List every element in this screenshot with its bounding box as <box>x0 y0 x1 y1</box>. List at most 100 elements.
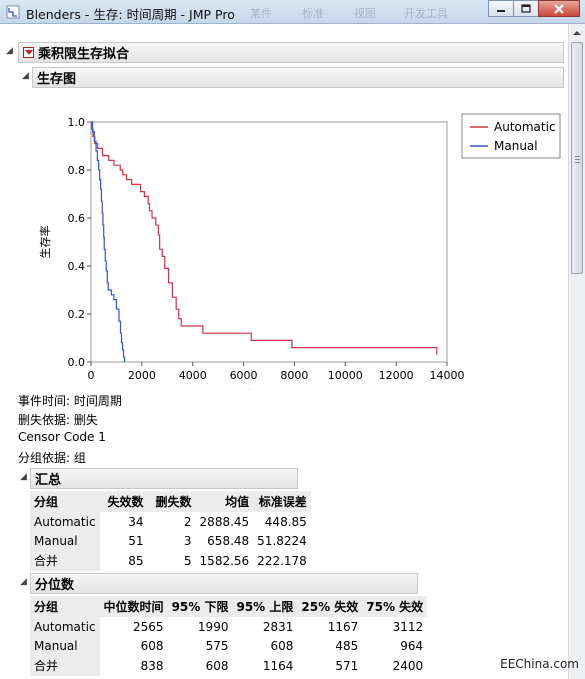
table-cell: 5 <box>183 553 192 568</box>
summary-table: 分组 失效数 删失数 均值 标准误差 Automatic 34 2 2888.4… <box>30 491 311 571</box>
table-cell: 1582.56 <box>199 553 250 568</box>
km-outline-header[interactable]: 乘积限生存拟合 <box>18 42 564 63</box>
event-time-info: 事件时间: 时间周期 <box>18 394 122 408</box>
minimize-button[interactable] <box>488 0 514 17</box>
x-tick-label: 14000 <box>430 369 465 382</box>
table-row: Automatic 2565 1990 2831 1167 3112 <box>30 617 427 636</box>
thumb-grip <box>575 162 580 163</box>
table-cell: 2565 <box>133 619 164 634</box>
ghost-menu-item: 视图 <box>354 7 376 20</box>
maximize-button[interactable] <box>513 0 539 17</box>
quantiles-title: 分位数 <box>35 578 75 593</box>
x-tick-label: 10000 <box>328 369 363 382</box>
table-row: 合并 838 608 1164 571 2400 <box>30 655 427 676</box>
table-cell: 485 <box>335 638 359 653</box>
window-title-bar: Blenders - 生存: 时间周期 - JMP Pro 某件 标准 视图 开… <box>0 0 585 24</box>
close-icon <box>554 3 564 14</box>
column-header: 分组 <box>30 491 100 512</box>
table-cell: 1164 <box>262 658 294 673</box>
table-row: Automatic 34 2 2888.45 448.85 <box>30 512 311 531</box>
group-cell: Manual <box>30 531 100 550</box>
y-tick-label: 0.2 <box>68 308 86 321</box>
km-outline-title: 乘积限生存拟合 <box>38 47 130 62</box>
y-tick-label: 0.4 <box>68 260 86 273</box>
ghost-menu-item: 标准 <box>302 7 324 20</box>
y-axis-label: 生存率 <box>38 226 52 259</box>
y-tick-label: 1.0 <box>68 116 86 129</box>
legend-label-manual: Manual <box>494 139 538 153</box>
x-tick-label: 6000 <box>230 369 258 382</box>
thumb-grip <box>575 159 580 160</box>
table-cell: 2831 <box>262 619 294 634</box>
table-cell: 658.48 <box>207 533 250 548</box>
group-cell: Automatic <box>30 617 100 636</box>
table-cell: 51.8224 <box>257 533 307 548</box>
jmp-app-icon <box>6 5 20 19</box>
table-cell: 964 <box>400 638 424 653</box>
table-cell: 51 <box>128 533 144 548</box>
scroll-up-button[interactable] <box>569 24 585 41</box>
survival-plot-header[interactable]: 生存图 <box>32 67 564 88</box>
table-header-row: 分组 中位数时间 95% 下限 95% 上限 25% 失效 75% 失效 <box>30 596 428 617</box>
table-cell: 1167 <box>327 619 359 634</box>
table-cell: 571 <box>335 658 359 673</box>
watermark: EEChina.com <box>500 657 579 671</box>
column-header: 95% 上限 <box>232 596 298 617</box>
maximize-icon <box>521 3 531 13</box>
x-tick-label: 2000 <box>128 369 156 382</box>
table-cell: 608 <box>270 638 294 653</box>
table-cell: 85 <box>128 553 144 568</box>
report-pane: ◢ 乘积限生存拟合 ◢ 生存图 0.0 0.2 0.4 0.6 0.8 1.0 0 2000 4… <box>0 24 568 679</box>
x-axis-label: 时间周期 <box>241 389 285 390</box>
table-row: Manual 51 3 658.48 51.8224 <box>30 531 311 550</box>
summary-title: 汇总 <box>35 473 62 488</box>
window-title: Blenders - 生存: 时间周期 - JMP Pro <box>26 7 235 22</box>
table-cell: 3112 <box>392 619 424 634</box>
column-header: 标准误差 <box>253 491 311 512</box>
group-cell: 合并 <box>30 655 100 676</box>
table-cell: 448.85 <box>264 514 307 529</box>
summary-header[interactable]: 汇总 <box>30 468 298 489</box>
close-button[interactable] <box>538 0 580 17</box>
censor-by-info: 删失依据: 删失 <box>18 413 98 427</box>
group-cell: Manual <box>30 636 100 655</box>
red-triangle-menu-icon[interactable] <box>23 47 34 58</box>
collapse-icon[interactable]: ◢ <box>22 71 29 81</box>
column-header: 均值 <box>195 491 254 512</box>
quantiles-header[interactable]: 分位数 <box>30 573 418 594</box>
column-header: 75% 失效 <box>362 596 428 617</box>
y-tick-label: 0.6 <box>68 212 86 225</box>
quantiles-table: 分组 中位数时间 95% 下限 95% 上限 25% 失效 75% 失效 Aut… <box>30 596 428 676</box>
collapse-icon[interactable]: ◢ <box>20 577 27 587</box>
x-tick-label: 12000 <box>379 369 414 382</box>
table-cell: 838 <box>140 658 164 673</box>
scroll-up-icon <box>573 30 581 35</box>
table-cell: 2 <box>183 514 192 529</box>
ghost-menu-item: 某件 <box>250 7 272 20</box>
censor-code-info: Censor Code 1 <box>18 430 106 444</box>
x-tick-label: 0 <box>88 369 95 382</box>
table-row: Manual 608 575 608 485 964 <box>30 636 427 655</box>
minimize-icon <box>497 9 505 12</box>
y-tick-label: 0.8 <box>68 164 86 177</box>
column-header: 25% 失效 <box>297 596 363 617</box>
collapse-icon[interactable]: ◢ <box>20 472 27 482</box>
ghost-menu-item: 开发工具 <box>404 7 448 20</box>
y-tick-label: 0.0 <box>68 356 86 369</box>
table-row: 合并 85 5 1582.56 222.178 <box>30 550 311 571</box>
group-cell: Automatic <box>30 512 100 531</box>
plot-frame <box>90 121 448 363</box>
table-cell: 575 <box>205 638 229 653</box>
survival-plot[interactable]: 0.0 0.2 0.4 0.6 0.8 1.0 0 2000 4000 6000 8000 10000… <box>0 90 568 390</box>
table-cell: 608 <box>205 658 229 673</box>
column-header: 失效数 <box>99 491 148 512</box>
collapse-icon[interactable]: ◢ <box>6 46 13 56</box>
group-cell: 合并 <box>30 550 100 571</box>
column-header: 中位数时间 <box>99 596 168 617</box>
table-cell: 34 <box>128 514 144 529</box>
scrollbar-thumb[interactable] <box>571 42 583 274</box>
column-header: 删失数 <box>147 491 196 512</box>
table-cell: 1990 <box>197 619 229 634</box>
vertical-scrollbar[interactable] <box>568 24 585 679</box>
table-cell: 2888.45 <box>199 514 250 529</box>
